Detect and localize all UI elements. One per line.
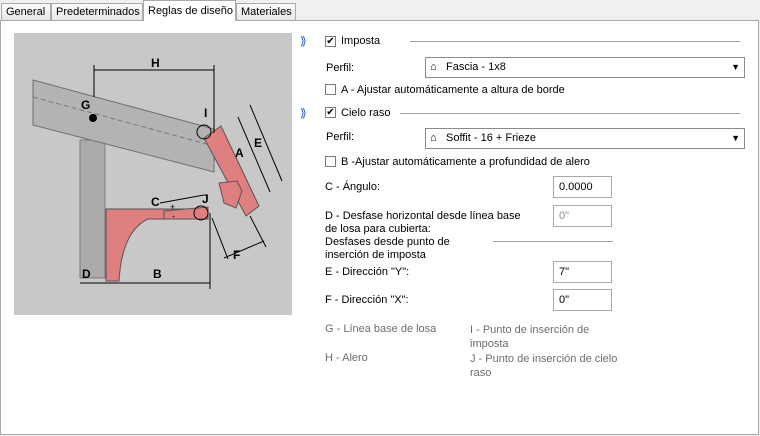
offset-label: D - Desfase horizontal desde línea base … — [325, 210, 521, 235]
imposta-separator — [410, 41, 740, 43]
offset-group-separator — [493, 241, 613, 243]
dir-y-label: E - Dirección "Y": — [325, 266, 410, 278]
cielo-profile-value: Soffit - 16 + Frieze — [446, 132, 536, 144]
soffit-section-icon: ⟫ — [300, 106, 307, 120]
label-b: B — [153, 267, 162, 281]
cielo-auto-label: B -Ajustar automáticamente a profundidad… — [341, 156, 590, 168]
dir-y-input[interactable]: 7" — [553, 261, 612, 283]
cielo-separator — [400, 113, 740, 115]
label-c: C — [151, 195, 160, 209]
label-f: F — [233, 248, 240, 262]
legend-i: I - Punto de inserción de imposta — [470, 324, 590, 350]
legend-h: H - Alero — [325, 352, 368, 364]
cielo-checkbox[interactable]: ✔ — [325, 107, 336, 118]
label-e: E — [254, 136, 262, 150]
label-g: G — [81, 98, 90, 112]
tab-materiales[interactable]: Materiales — [236, 3, 296, 20]
legend-j: J - Punto de inserción de cielo raso — [470, 353, 618, 379]
fascia-lower — [218, 180, 243, 209]
cielo-profile-dropdown[interactable]: ⌂ Soffit - 16 + Frieze ▼ — [425, 128, 745, 149]
cielo-profile-label: Perfil: — [326, 131, 355, 143]
imposta-profile-value: Fascia - 1x8 — [446, 61, 506, 73]
label-h: H — [151, 56, 160, 70]
label-a: A — [235, 146, 244, 160]
cielo-checkbox-label: Cielo raso — [341, 107, 391, 119]
dim-f-line — [223, 240, 265, 259]
roof-slab — [32, 79, 215, 173]
wall-shape — [79, 139, 106, 279]
imposta-profile-dropdown[interactable]: ⌂ Fascia - 1x8 ▼ — [425, 57, 745, 78]
imposta-profile-label: Perfil: — [326, 62, 355, 74]
tab-predeterminados[interactable]: Predeterminados — [51, 3, 143, 20]
imposta-auto-label: A - Ajustar automáticamente a altura de … — [341, 84, 565, 96]
label-minus: - — [172, 211, 175, 221]
chevron-down-icon: ▼ — [731, 62, 740, 72]
chevron-down-icon: ▼ — [731, 133, 740, 143]
fascia-section-icon: ⟫ — [300, 34, 307, 48]
imposta-checkbox[interactable]: ✔ — [325, 36, 336, 47]
offset-input[interactable]: 0" — [553, 205, 612, 227]
angle-input[interactable]: 0.0000 — [553, 176, 612, 198]
label-d: D — [82, 267, 91, 281]
legend-g: G - Línea base de losa — [325, 323, 437, 335]
label-i: I — [204, 106, 207, 120]
tab-general[interactable]: General — [1, 3, 51, 20]
cielo-auto-checkbox[interactable] — [325, 156, 336, 167]
offset-group-label: Desfases desde punto de inserción de imp… — [325, 236, 450, 261]
dim-c-line — [159, 194, 205, 204]
point-g-marker — [89, 114, 97, 122]
label-j: J — [202, 192, 209, 206]
imposta-auto-checkbox[interactable] — [325, 84, 336, 95]
dir-x-label: F - Dirección "X": — [325, 294, 409, 306]
tab-reglas-de-diseno[interactable]: Reglas de diseño — [143, 0, 236, 21]
profile-icon: ⌂ — [430, 132, 437, 144]
eave-diagram-svg: H G I A E C + - J F D B — [32, 56, 283, 289]
profile-icon: ⌂ — [430, 61, 437, 73]
imposta-checkbox-label: Imposta — [341, 35, 381, 47]
angle-label: C - Ángulo: — [325, 181, 381, 193]
tab-bar: General Predeterminados Reglas de diseño… — [0, 0, 760, 21]
dir-x-input[interactable]: 0" — [553, 289, 612, 311]
eave-diagram: H G I A E C + - J F D B — [14, 33, 292, 315]
